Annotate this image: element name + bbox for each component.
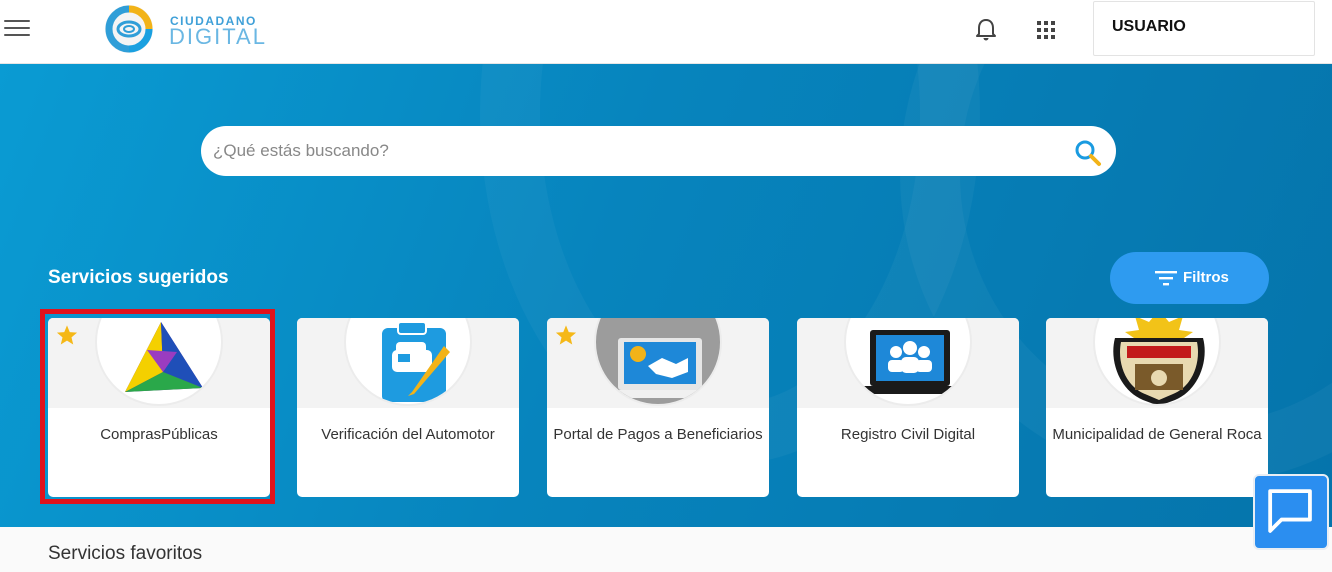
card-image-circle (844, 318, 972, 406)
laptop-payment-icon (608, 338, 712, 398)
user-label: USUARIO (1112, 18, 1186, 35)
card-label: Registro Civil Digital (840, 426, 976, 443)
filters-button[interactable]: Filtros (1110, 252, 1269, 304)
card-label: Municipalidad de General Roca (1052, 426, 1262, 443)
suggested-services-title: Servicios sugeridos (48, 267, 229, 288)
service-card-verificacion-automotor[interactable]: Verificación del Automotor (297, 318, 519, 497)
card-image-area (1046, 318, 1268, 408)
card-label: Portal de Pagos a Beneficiarios (553, 426, 763, 443)
logo-text-digital: DIGITAL (169, 24, 267, 49)
card-image-area (297, 318, 519, 408)
logo-icon (105, 5, 153, 53)
chat-icon (1268, 489, 1312, 533)
card-label: Verificación del Automotor (321, 426, 495, 443)
bell-icon[interactable] (974, 17, 998, 43)
search-icon[interactable] (1073, 138, 1103, 168)
service-card-portal-pagos[interactable]: Portal de Pagos a Beneficiarios (547, 318, 769, 497)
favorite-services-title: Servicios favoritos (48, 543, 203, 564)
car-checklist-icon (382, 321, 450, 402)
menu-icon[interactable] (4, 20, 30, 38)
card-image-area (797, 318, 1019, 408)
favorite-star-icon[interactable] (555, 324, 577, 346)
chat-button[interactable] (1253, 474, 1329, 550)
selection-highlight (40, 309, 275, 504)
laptop-people-icon (858, 330, 962, 394)
service-card-registro-civil[interactable]: Registro Civil Digital (797, 318, 1019, 497)
logo[interactable]: CIUDADANO DIGITAL (100, 2, 265, 56)
service-card-municipalidad-general-roca[interactable]: Municipalidad de General Roca (1046, 318, 1268, 497)
apps-grid-icon[interactable] (1036, 20, 1056, 40)
card-image-circle (344, 318, 472, 406)
search-input[interactable] (213, 126, 1053, 176)
user-menu[interactable]: USUARIO (1093, 1, 1315, 56)
card-image-area (547, 318, 769, 408)
card-image-circle (1093, 318, 1221, 406)
top-bar: CIUDADANO DIGITAL USUARIO (0, 0, 1332, 64)
card-image-circle (594, 318, 722, 406)
coat-of-arms-icon (1113, 318, 1205, 404)
filter-icon (1155, 271, 1177, 286)
search-bar (201, 126, 1116, 176)
filters-label: Filtros (1183, 269, 1229, 286)
